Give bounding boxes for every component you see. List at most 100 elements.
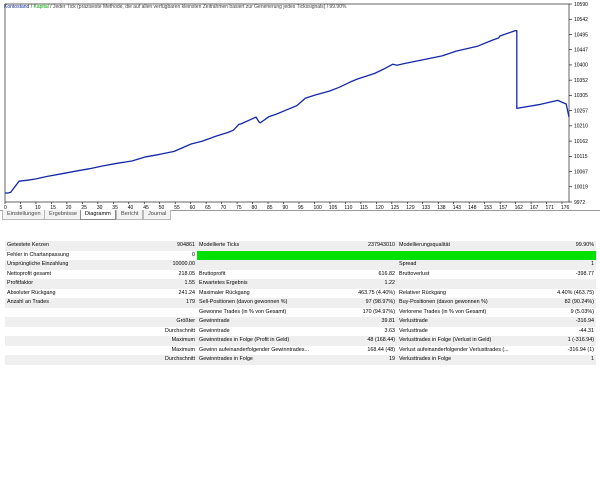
y-tick-label: 10210 [574, 124, 588, 130]
report-label: Modellierte Ticks [197, 241, 327, 251]
report-value: 904861 [105, 241, 197, 251]
report-label [197, 260, 327, 270]
report-value: 48 (168.44) [327, 336, 397, 346]
chart-legend: Kontostand / Kapital / Jeder Tick (präzi… [4, 4, 347, 10]
report-value: 39.81 [327, 317, 397, 327]
tester-tab-bar: Einstellungen Ergebnisse Diagramm Berich… [0, 210, 600, 221]
report-label: Gewinntrade [197, 317, 327, 327]
report-value: Maximum [105, 336, 197, 346]
report-label: Gewinntrades in Folge (Profit in Geld) [197, 336, 327, 346]
series-line-balance [5, 29, 570, 194]
report-value: 168.44 (48) [327, 345, 397, 355]
report-label: Erwartetes Ergebnis [197, 279, 327, 289]
report-label: Modellierungsqualität [397, 241, 527, 251]
report-label: Relativer Rückgang [397, 288, 527, 298]
report-label [5, 345, 105, 355]
report-value: 1 (-316.94) [527, 336, 596, 346]
report-label [5, 355, 105, 365]
y-tick-label: 10590 [574, 2, 588, 8]
report-value: -316.94 [527, 317, 596, 327]
y-tick-label: 10305 [574, 93, 588, 99]
y-tick-label: 10162 [574, 139, 588, 145]
y-tick-label: 10542 [574, 17, 588, 23]
report-value: 237943010 [327, 241, 397, 251]
report-label: Fehler in Chartanpassung [5, 250, 105, 260]
report-label: Anzahl an Trades [5, 298, 105, 308]
report-label: Sell-Positionen (davon gewonnen %) [197, 298, 327, 308]
report-value: 1.22 [327, 279, 397, 289]
report-value: 4.40% (463.75) [527, 288, 596, 298]
report-label: Spread [397, 260, 527, 270]
report-value [327, 260, 397, 270]
y-tick-label: 10495 [574, 32, 588, 38]
report-label: Getestete Kerzen [5, 241, 105, 251]
report-label: Absoluter Rückgang [5, 288, 105, 298]
report-label [5, 307, 105, 317]
report-label: Verlusttrades in Folge (Verlust in Geld) [397, 336, 527, 346]
y-tick-label: 10115 [574, 154, 588, 160]
report-label [5, 336, 105, 346]
report-label: Gewinntrades in Folge [197, 355, 327, 365]
report-label: Gewinn aufeinanderfolgender Gewinntrades… [197, 345, 327, 355]
report-value: 10000.00 [105, 260, 197, 270]
report-label: Verlust aufeinanderfolgender Verlusttrad… [397, 345, 527, 355]
y-tick-label: 10019 [574, 185, 588, 191]
report-row: Maximum Gewinntrades in Folge (Profit in … [5, 336, 596, 346]
report-value: 1 [527, 260, 596, 270]
legend-equity: Kapital [33, 4, 48, 10]
tab-bericht[interactable]: Bericht [116, 210, 144, 220]
report-value: 19 [327, 355, 397, 365]
report-value: -44.31 [527, 326, 596, 336]
report-row: Größter Gewinntrade 39.81 Verlusttrade -316.… [5, 317, 596, 327]
legend-info: / Jeder Tick (präziseste Methode, die au… [49, 4, 347, 10]
report-value [527, 279, 596, 289]
report-value: 241.24 [105, 288, 197, 298]
y-tick-label: 10067 [574, 169, 588, 175]
report-value: 616.82 [327, 269, 397, 279]
report-row: Nettoprofit gesamt 218.05 Bruttoprofit 616.… [5, 269, 596, 279]
report-value: 9 (5.03%) [527, 307, 596, 317]
report-label: Bruttoverlust [397, 269, 527, 279]
report-label: Verlusttrade [397, 317, 527, 327]
report-value: 3.63 [327, 326, 397, 336]
chart-series [5, 29, 570, 194]
report-label: Verlusttrades in Folge [397, 355, 527, 365]
report-label: Verlusttrade [397, 326, 527, 336]
report-value: Maximum [105, 345, 197, 355]
report-row: Anzahl an Trades 179 Sell-Positionen (davo… [5, 298, 596, 308]
report-label [5, 317, 105, 327]
report-label: Bruttoprofit [197, 269, 327, 279]
report-value: -398.77 [527, 269, 596, 279]
report-label: Ursprüngliche Einzahlung [5, 260, 105, 270]
tab-ergebnisse[interactable]: Ergebnisse [44, 210, 82, 220]
modelling-quality-bar [197, 250, 596, 260]
chart-canvas: Kontostand / Kapital / Jeder Tick (präzi… [4, 2, 588, 210]
report-label: Gewinntrade [197, 326, 327, 336]
report-table-body: Getestete Kerzen 904861 Modellierte Ticks 2… [5, 241, 596, 365]
report-label: Profitfaktor [5, 279, 105, 289]
report-value: Durchschnitt [105, 355, 197, 365]
tab-diagramm[interactable]: Diagramm [80, 210, 116, 220]
report-value: 82 (90.24%) [527, 298, 596, 308]
report-table: Getestete Kerzen 904861 Modellierte Ticks 2… [5, 241, 596, 365]
report-label: Buy-Positionen (davon gewonnen %) [397, 298, 527, 308]
report-value: 463.75 (4.40%) [327, 288, 397, 298]
report-value: 170 (94.97%) [327, 307, 397, 317]
report-row: Fehler in Chartanpassung 0 [5, 250, 596, 260]
report-value: 1.55 [105, 279, 197, 289]
report-label: Nettoprofit gesamt [5, 269, 105, 279]
report-value: Größter [105, 317, 197, 327]
report-value: 97 (98.97%) [327, 298, 397, 308]
y-tick-label: 10257 [574, 108, 588, 114]
balance-chart: Kontostand / Kapital / Jeder Tick (präzi… [0, 0, 600, 210]
report-value: 0 [105, 250, 197, 260]
report-value: Durchschnitt [105, 326, 197, 336]
y-tick-label: 10352 [574, 78, 588, 84]
tab-einstellungen[interactable]: Einstellungen [2, 210, 46, 220]
tab-journal[interactable]: Journal [143, 210, 172, 220]
report-row: Ursprüngliche Einzahlung 10000.00 Spread 1 [5, 260, 596, 270]
report-label [397, 279, 527, 289]
report-label: Gewonne Trades (in % von Gesamt) [197, 307, 327, 317]
report-value: -316.94 (1) [527, 345, 596, 355]
report-value [105, 307, 197, 317]
